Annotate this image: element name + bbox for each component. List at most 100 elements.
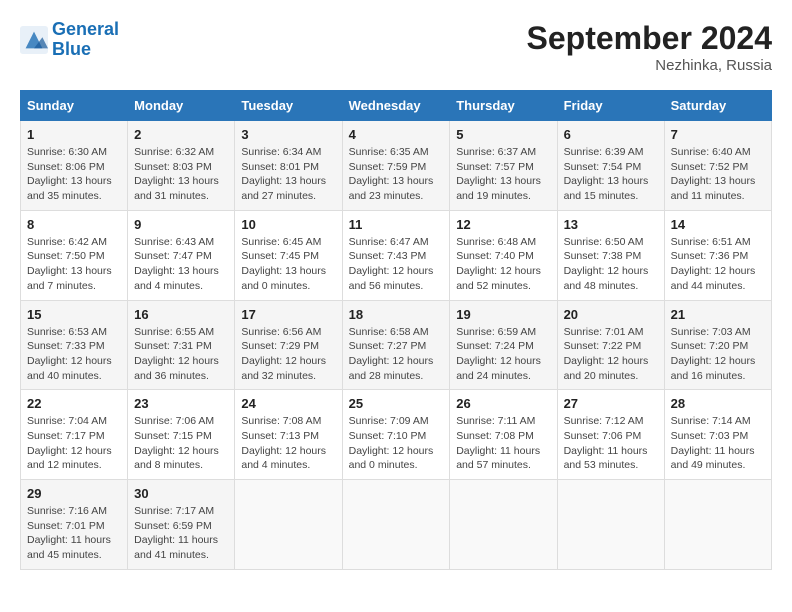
- day-cell-3: 3 Sunrise: 6:34 AM Sunset: 8:01 PM Daylig…: [235, 121, 342, 211]
- day-number: 1: [27, 127, 121, 142]
- day-number: 18: [349, 307, 444, 322]
- day-info: Sunrise: 6:43 AM Sunset: 7:47 PM Dayligh…: [134, 235, 228, 294]
- day-cell-23: 23 Sunrise: 7:06 AM Sunset: 7:15 PM Dayli…: [128, 390, 235, 480]
- header-cell-monday: Monday: [128, 91, 235, 121]
- day-info: Sunrise: 7:08 AM Sunset: 7:13 PM Dayligh…: [241, 414, 335, 473]
- day-number: 16: [134, 307, 228, 322]
- day-cell-17: 17 Sunrise: 6:56 AM Sunset: 7:29 PM Dayli…: [235, 300, 342, 390]
- empty-cell: [342, 480, 450, 570]
- day-number: 10: [241, 217, 335, 232]
- day-cell-21: 21 Sunrise: 7:03 AM Sunset: 7:20 PM Dayli…: [664, 300, 771, 390]
- header-cell-thursday: Thursday: [450, 91, 557, 121]
- location-subtitle: Nezhinka, Russia: [527, 57, 772, 74]
- month-title: September 2024: [527, 20, 772, 57]
- empty-cell: [450, 480, 557, 570]
- day-number: 11: [349, 217, 444, 232]
- day-cell-9: 9 Sunrise: 6:43 AM Sunset: 7:47 PM Daylig…: [128, 210, 235, 300]
- day-info: Sunrise: 6:39 AM Sunset: 7:54 PM Dayligh…: [564, 145, 658, 204]
- day-cell-26: 26 Sunrise: 7:11 AM Sunset: 7:08 PM Dayli…: [450, 390, 557, 480]
- day-cell-15: 15 Sunrise: 6:53 AM Sunset: 7:33 PM Dayli…: [21, 300, 128, 390]
- day-info: Sunrise: 7:17 AM Sunset: 6:59 PM Dayligh…: [134, 504, 228, 563]
- day-info: Sunrise: 7:16 AM Sunset: 7:01 PM Dayligh…: [27, 504, 121, 563]
- day-number: 23: [134, 396, 228, 411]
- day-info: Sunrise: 6:50 AM Sunset: 7:38 PM Dayligh…: [564, 235, 658, 294]
- day-number: 17: [241, 307, 335, 322]
- day-cell-20: 20 Sunrise: 7:01 AM Sunset: 7:22 PM Dayli…: [557, 300, 664, 390]
- day-cell-13: 13Sunrise: 6:50 AM Sunset: 7:38 PM Dayli…: [557, 210, 664, 300]
- calendar-week-4: 22 Sunrise: 7:04 AM Sunset: 7:17 PM Dayli…: [21, 390, 772, 480]
- logo-icon: [20, 26, 48, 54]
- day-cell-25: 25 Sunrise: 7:09 AM Sunset: 7:10 PM Dayli…: [342, 390, 450, 480]
- day-number: 7: [671, 127, 765, 142]
- logo-line2: Blue: [52, 39, 91, 59]
- header-row: SundayMondayTuesdayWednesdayThursdayFrid…: [21, 91, 772, 121]
- day-info: Sunrise: 7:01 AM Sunset: 7:22 PM Dayligh…: [564, 325, 658, 384]
- day-info: Sunrise: 6:34 AM Sunset: 8:01 PM Dayligh…: [241, 145, 335, 204]
- day-cell-10: 10Sunrise: 6:45 AM Sunset: 7:45 PM Dayli…: [235, 210, 342, 300]
- day-info: Sunrise: 6:53 AM Sunset: 7:33 PM Dayligh…: [27, 325, 121, 384]
- day-info: Sunrise: 7:04 AM Sunset: 7:17 PM Dayligh…: [27, 414, 121, 473]
- day-number: 5: [456, 127, 550, 142]
- header-cell-friday: Friday: [557, 91, 664, 121]
- day-cell-30: 30 Sunrise: 7:17 AM Sunset: 6:59 PM Dayli…: [128, 480, 235, 570]
- calendar-week-3: 15 Sunrise: 6:53 AM Sunset: 7:33 PM Dayli…: [21, 300, 772, 390]
- day-cell-24: 24Sunrise: 7:08 AM Sunset: 7:13 PM Dayli…: [235, 390, 342, 480]
- header-cell-tuesday: Tuesday: [235, 91, 342, 121]
- day-info: Sunrise: 7:06 AM Sunset: 7:15 PM Dayligh…: [134, 414, 228, 473]
- day-cell-6: 6 Sunrise: 6:39 AM Sunset: 7:54 PM Daylig…: [557, 121, 664, 211]
- day-cell-27: 27Sunrise: 7:12 AM Sunset: 7:06 PM Dayli…: [557, 390, 664, 480]
- day-number: 25: [349, 396, 444, 411]
- day-info: Sunrise: 6:37 AM Sunset: 7:57 PM Dayligh…: [456, 145, 550, 204]
- day-number: 26: [456, 396, 550, 411]
- day-info: Sunrise: 6:30 AM Sunset: 8:06 PM Dayligh…: [27, 145, 121, 204]
- day-number: 9: [134, 217, 228, 232]
- empty-cell: [557, 480, 664, 570]
- day-info: Sunrise: 7:14 AM Sunset: 7:03 PM Dayligh…: [671, 414, 765, 473]
- day-number: 15: [27, 307, 121, 322]
- day-number: 3: [241, 127, 335, 142]
- day-info: Sunrise: 7:12 AM Sunset: 7:06 PM Dayligh…: [564, 414, 658, 473]
- day-info: Sunrise: 7:09 AM Sunset: 7:10 PM Dayligh…: [349, 414, 444, 473]
- day-info: Sunrise: 6:32 AM Sunset: 8:03 PM Dayligh…: [134, 145, 228, 204]
- day-info: Sunrise: 6:59 AM Sunset: 7:24 PM Dayligh…: [456, 325, 550, 384]
- empty-cell: [235, 480, 342, 570]
- day-number: 8: [27, 217, 121, 232]
- day-cell-8: 8 Sunrise: 6:42 AM Sunset: 7:50 PM Daylig…: [21, 210, 128, 300]
- day-number: 30: [134, 486, 228, 501]
- day-number: 29: [27, 486, 121, 501]
- day-info: Sunrise: 6:51 AM Sunset: 7:36 PM Dayligh…: [671, 235, 765, 294]
- day-cell-11: 11Sunrise: 6:47 AM Sunset: 7:43 PM Dayli…: [342, 210, 450, 300]
- calendar-week-5: 29 Sunrise: 7:16 AM Sunset: 7:01 PM Dayli…: [21, 480, 772, 570]
- calendar-table: SundayMondayTuesdayWednesdayThursdayFrid…: [20, 90, 772, 570]
- day-number: 22: [27, 396, 121, 411]
- day-number: 28: [671, 396, 765, 411]
- header-cell-sunday: Sunday: [21, 91, 128, 121]
- day-cell-28: 28 Sunrise: 7:14 AM Sunset: 7:03 PM Dayli…: [664, 390, 771, 480]
- header-cell-saturday: Saturday: [664, 91, 771, 121]
- day-cell-14: 14Sunrise: 6:51 AM Sunset: 7:36 PM Dayli…: [664, 210, 771, 300]
- day-info: Sunrise: 7:03 AM Sunset: 7:20 PM Dayligh…: [671, 325, 765, 384]
- header-cell-wednesday: Wednesday: [342, 91, 450, 121]
- title-block: September 2024 Nezhinka, Russia: [527, 20, 772, 74]
- day-cell-16: 16Sunrise: 6:55 AM Sunset: 7:31 PM Dayli…: [128, 300, 235, 390]
- day-number: 20: [564, 307, 658, 322]
- day-number: 19: [456, 307, 550, 322]
- day-cell-1: 1 Sunrise: 6:30 AM Sunset: 8:06 PM Daylig…: [21, 121, 128, 211]
- day-number: 12: [456, 217, 550, 232]
- day-cell-7: 7 Sunrise: 6:40 AM Sunset: 7:52 PM Daylig…: [664, 121, 771, 211]
- day-cell-4: 4 Sunrise: 6:35 AM Sunset: 7:59 PM Daylig…: [342, 121, 450, 211]
- day-cell-5: 5 Sunrise: 6:37 AM Sunset: 7:57 PM Daylig…: [450, 121, 557, 211]
- day-number: 4: [349, 127, 444, 142]
- day-info: Sunrise: 6:42 AM Sunset: 7:50 PM Dayligh…: [27, 235, 121, 294]
- day-info: Sunrise: 6:40 AM Sunset: 7:52 PM Dayligh…: [671, 145, 765, 204]
- day-cell-12: 12Sunrise: 6:48 AM Sunset: 7:40 PM Dayli…: [450, 210, 557, 300]
- day-number: 21: [671, 307, 765, 322]
- day-info: Sunrise: 6:35 AM Sunset: 7:59 PM Dayligh…: [349, 145, 444, 204]
- logo-line1: General: [52, 19, 119, 39]
- day-info: Sunrise: 7:11 AM Sunset: 7:08 PM Dayligh…: [456, 414, 550, 473]
- day-cell-29: 29 Sunrise: 7:16 AM Sunset: 7:01 PM Dayli…: [21, 480, 128, 570]
- day-number: 2: [134, 127, 228, 142]
- day-number: 6: [564, 127, 658, 142]
- day-cell-19: 19 Sunrise: 6:59 AM Sunset: 7:24 PM Dayli…: [450, 300, 557, 390]
- day-info: Sunrise: 6:56 AM Sunset: 7:29 PM Dayligh…: [241, 325, 335, 384]
